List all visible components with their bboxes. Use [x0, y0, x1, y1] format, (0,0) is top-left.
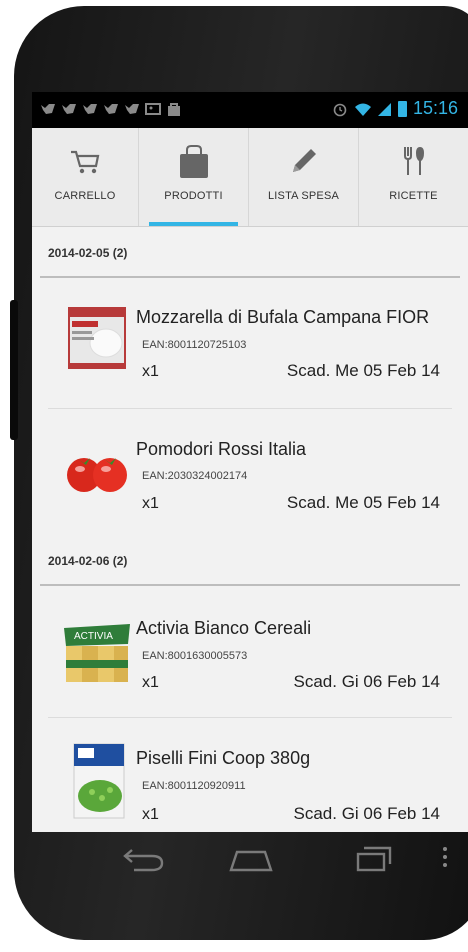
svg-text:ACTIVIA: ACTIVIA — [74, 631, 113, 642]
twitter-icon — [104, 104, 118, 114]
product-expiry: Scad. Me 05 Feb 14 — [286, 493, 440, 512]
tab-label: RICETTE — [389, 190, 438, 202]
product-item[interactable]: Piselli Fini Coop 380g EAN:8001120920911… — [32, 718, 468, 832]
product-expiry: Scad. Gi 06 Feb 14 — [293, 804, 440, 823]
product-quantity: x1 — [142, 495, 159, 512]
image-icon — [145, 103, 161, 115]
product-expiry: Scad. Me 05 Feb 14 — [286, 361, 440, 380]
product-name: Mozzarella di Bufala Campana FIOR — [136, 307, 430, 327]
date-section-header: 2014-02-06 (2) — [32, 538, 468, 586]
system-icons: 15:16 — [332, 98, 458, 119]
active-tab-indicator — [149, 222, 238, 226]
product-item[interactable]: Mozzarella di Bufala Campana FIOR EAN:80… — [32, 285, 468, 409]
overflow-menu-icon[interactable] — [442, 846, 448, 868]
clock: 15:16 — [412, 98, 458, 118]
product-image: ACTIVIA — [64, 624, 130, 682]
twitter-icon — [125, 104, 139, 114]
product-quantity: x1 — [142, 806, 159, 823]
product-image — [68, 307, 126, 369]
status-bar: 15:16 — [32, 92, 468, 128]
section-date: 2014-02-06 (2) — [48, 554, 128, 568]
notification-icons — [40, 101, 182, 117]
bag-icon — [179, 145, 208, 178]
product-ean: EAN:2030324002174 — [142, 470, 248, 482]
fork-knife-icon — [403, 147, 424, 175]
product-name: Pomodori Rossi Italia — [136, 439, 307, 459]
product-quantity: x1 — [142, 674, 159, 691]
section-date: 2014-02-05 (2) — [48, 246, 128, 260]
product-name: Activia Bianco Cereali — [136, 618, 312, 638]
section-divider — [40, 584, 460, 586]
side-button — [10, 300, 18, 440]
twitter-icon — [62, 104, 76, 114]
home-icon[interactable] — [228, 846, 274, 872]
tab-carrello[interactable]: CARRELLO — [32, 128, 139, 226]
pencil-icon — [292, 149, 316, 172]
date-section-header: 2014-02-05 (2) — [32, 230, 468, 278]
product-item[interactable]: ACTIVIA Activia Bianco Cereali EAN:80016… — [32, 594, 468, 718]
product-ean: EAN:8001120725103 — [142, 339, 247, 351]
tab-label: PRODOTTI — [164, 190, 223, 202]
product-name: Piselli Fini Coop 380g — [136, 748, 311, 768]
cart-icon — [71, 150, 100, 174]
tab-label: CARRELLO — [54, 190, 116, 202]
tab-prodotti[interactable]: PRODOTTI — [139, 128, 249, 226]
back-icon[interactable] — [122, 846, 166, 872]
tab-bar: CARRELLO PRODOTTI LISTA SPESA RICETTE — [32, 128, 468, 227]
product-ean: EAN:8001120920911 — [142, 780, 246, 792]
app-screen: CARRELLO PRODOTTI LISTA SPESA RICETTE 20… — [32, 128, 468, 832]
bag-icon — [168, 103, 180, 116]
product-quantity: x1 — [142, 363, 159, 380]
signal-icon — [377, 102, 391, 116]
tab-ricette[interactable]: RICETTE — [359, 128, 468, 226]
recent-apps-icon[interactable] — [354, 844, 394, 874]
twitter-icon — [83, 104, 97, 114]
tab-lista-spesa[interactable]: LISTA SPESA — [249, 128, 359, 226]
alarm-icon — [333, 103, 347, 116]
wifi-icon — [354, 103, 371, 116]
battery-icon — [397, 100, 407, 117]
twitter-icon — [41, 104, 55, 114]
product-image — [67, 458, 127, 492]
section-divider — [40, 276, 460, 278]
product-item[interactable]: Pomodori Rossi Italia EAN:2030324002174 … — [32, 409, 468, 533]
product-expiry: Scad. Gi 06 Feb 14 — [293, 672, 440, 691]
product-image — [73, 743, 125, 819]
tab-label: LISTA SPESA — [267, 190, 340, 202]
product-ean: EAN:8001630005573 — [142, 650, 248, 662]
navigation-bar — [32, 832, 468, 886]
